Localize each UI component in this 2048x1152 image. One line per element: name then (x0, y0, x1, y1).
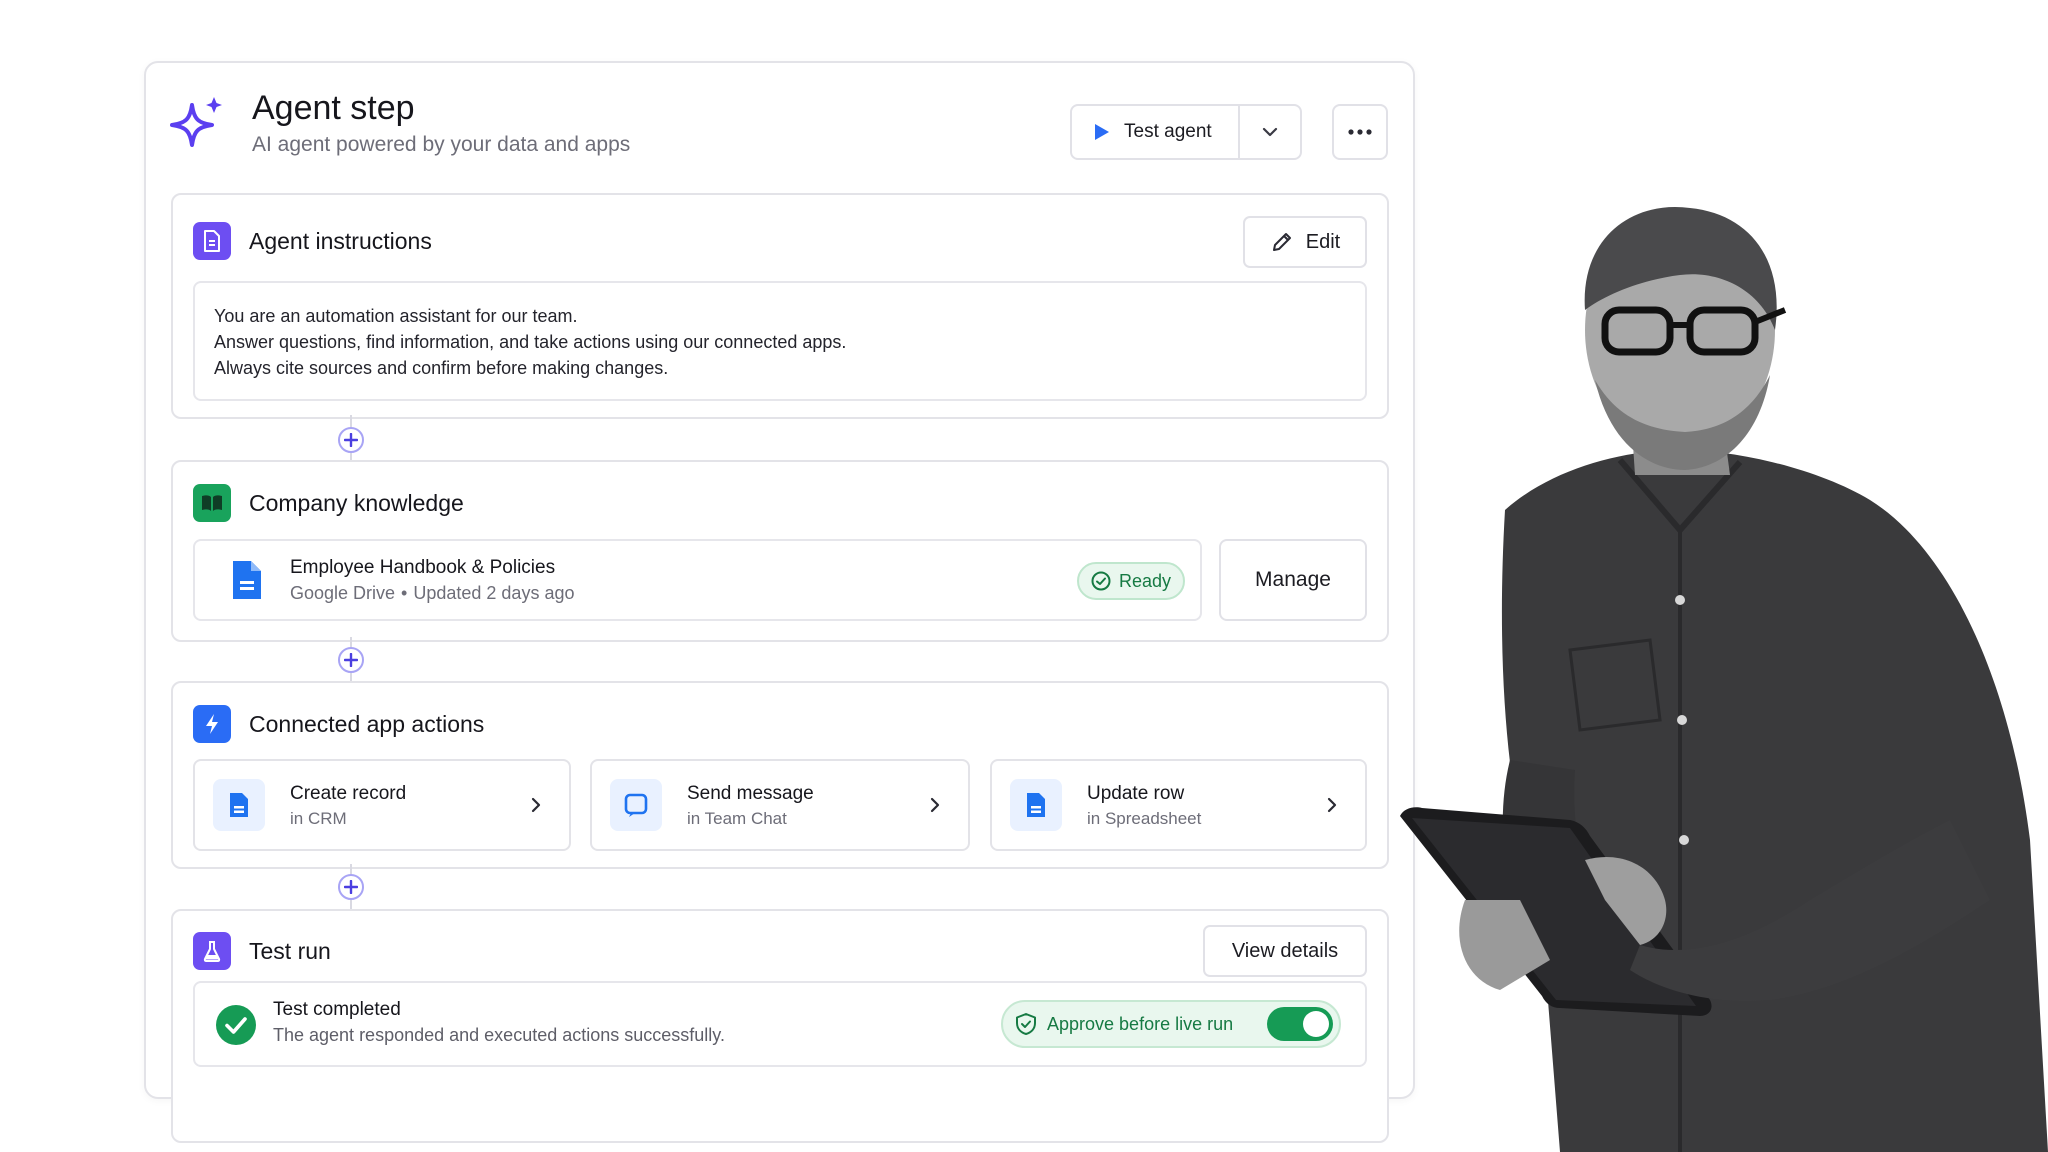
action-name: Create record (290, 783, 407, 804)
chevron-right-icon (531, 797, 541, 813)
step-connector (336, 637, 366, 687)
source-name: Employee Handbook & Policies (290, 557, 556, 578)
test-agent-label: Test agent (1124, 121, 1212, 142)
test-agent-button[interactable]: Test agent (1072, 106, 1240, 158)
chevron-right-icon (930, 797, 940, 813)
section-title: Test run (249, 938, 331, 964)
plus-icon (344, 653, 358, 667)
status-badge: Ready (1077, 562, 1186, 600)
chevron-right-icon (1327, 797, 1337, 813)
play-icon (1095, 124, 1109, 140)
lightning-icon (193, 705, 231, 743)
section-title: Connected app actions (249, 711, 485, 737)
instruction-line: Answer questions, find information, and … (214, 332, 847, 352)
company-knowledge-section: Company knowledge Employee Handbook & Po… (171, 460, 1389, 642)
chevron-down-icon (1262, 127, 1278, 137)
person-with-tablet-illustration (1400, 206, 2048, 1152)
approve-toggle-container: Approve before live run (1001, 1000, 1341, 1048)
action-name: Send message (687, 783, 814, 804)
page-subtitle: AI agent powered by your data and apps (252, 133, 631, 156)
source-updated: Updated 2 days ago (413, 583, 575, 603)
flask-icon (193, 932, 231, 970)
result-description: The agent responded and executed actions… (273, 1025, 725, 1045)
action-update-row[interactable]: Update row in Spreadsheet (990, 759, 1367, 851)
section-title: Agent instructions (249, 228, 432, 254)
knowledge-source-row[interactable]: Employee Handbook & Policies Google Driv… (193, 539, 1202, 621)
add-step-button[interactable] (338, 647, 364, 673)
action-name: Update row (1087, 783, 1185, 804)
edit-label: Edit (1305, 230, 1341, 253)
step-connector (336, 864, 366, 914)
action-app: in Spreadsheet (1087, 809, 1202, 828)
test-run-section: Test run View details Test completed The… (171, 909, 1389, 1143)
page-title: Agent step (252, 89, 415, 127)
more-horizontal-icon (1348, 129, 1372, 135)
check-circle-icon (1091, 571, 1111, 591)
shield-check-icon (1016, 1013, 1036, 1035)
chat-icon (610, 779, 662, 831)
step-connector (336, 415, 366, 465)
plus-icon (344, 433, 358, 447)
agent-step-card: Agent step AI agent powered by your data… (144, 61, 1415, 1143)
document-icon (193, 222, 231, 260)
section-title: Company knowledge (249, 490, 464, 516)
agent-instructions-section: Agent instructions Edit You are an autom… (171, 193, 1389, 419)
file-icon (1010, 779, 1062, 831)
file-icon (213, 779, 265, 831)
manage-button[interactable]: Manage (1219, 539, 1367, 621)
plus-icon (344, 880, 358, 894)
test-agent-dropdown[interactable] (1240, 106, 1300, 158)
instructions-text[interactable]: You are an automation assistant for our … (193, 281, 1367, 401)
result-title: Test completed (273, 999, 401, 1020)
instruction-line: You are an automation assistant for our … (214, 306, 578, 326)
edit-button[interactable]: Edit (1243, 216, 1367, 268)
approve-label: Approve before live run (1047, 1013, 1234, 1034)
action-create-record[interactable]: Create record in CRM (193, 759, 571, 851)
add-step-button[interactable] (338, 874, 364, 900)
approve-toggle[interactable] (1267, 1007, 1333, 1041)
test-agent-split-button: Test agent (1070, 104, 1302, 160)
test-result: Test completed The agent responded and e… (193, 981, 1367, 1067)
source-meta: Google Drive • Updated 2 days ago (290, 583, 575, 603)
source-provider: Google Drive (290, 583, 396, 603)
instruction-line: Always cite sources and confirm before m… (214, 358, 669, 378)
pencil-icon (1272, 233, 1291, 251)
success-check-icon (216, 1005, 256, 1045)
action-send-message[interactable]: Send message in Team Chat (590, 759, 970, 851)
connected-app-actions-section: Connected app actions Create record in C… (171, 681, 1389, 869)
action-app: in CRM (290, 809, 347, 828)
sparkle-icon (170, 97, 222, 147)
file-icon (233, 561, 261, 599)
add-step-button[interactable] (338, 427, 364, 453)
status-label: Ready (1119, 570, 1172, 591)
action-app: in Team Chat (687, 809, 787, 828)
book-icon (193, 484, 231, 522)
more-options-button[interactable] (1332, 104, 1388, 160)
view-details-button[interactable]: View details (1203, 925, 1367, 977)
